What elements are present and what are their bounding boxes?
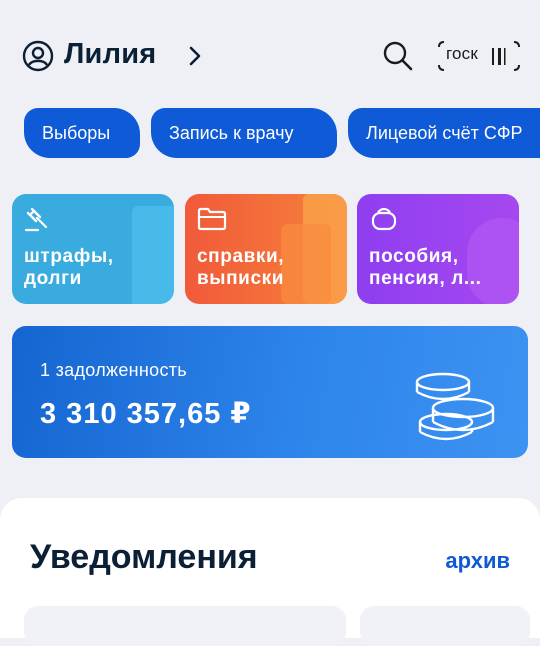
folder-icon xyxy=(197,207,227,231)
debt-card[interactable]: 1 задолженность 3 310 357,65 ₽ xyxy=(12,326,528,458)
notification-card[interactable] xyxy=(360,606,530,646)
header: Лилия госк xyxy=(0,0,540,100)
chevron-right-icon[interactable] xyxy=(186,44,204,68)
search-icon[interactable] xyxy=(382,40,414,72)
notifications-panel: Уведомления архив xyxy=(0,498,540,646)
profile-icon[interactable] xyxy=(22,40,54,72)
coins-icon xyxy=(415,372,495,441)
archive-link[interactable]: архив xyxy=(445,548,510,574)
debt-caption: 1 задолженность xyxy=(40,360,187,380)
debt-amount: 3 310 357,65 ₽ xyxy=(40,398,252,430)
gavel-icon xyxy=(24,207,48,232)
quick-chips: Выборы Запись к врачу Лицевой счёт СФР xyxy=(0,108,540,160)
tile-fines-label: штрафы, долги xyxy=(24,246,114,289)
wallet-icon xyxy=(371,207,397,231)
chip-zapis-k-vrachu[interactable]: Запись к врачу xyxy=(151,108,337,158)
tile-certificates[interactable]: справки, выписки xyxy=(185,194,347,304)
tile-benefits[interactable]: пособия, пенсия, л... xyxy=(357,194,519,304)
notification-card[interactable] xyxy=(24,606,346,646)
tile-fines[interactable]: штрафы, долги xyxy=(12,194,174,304)
profile-name[interactable]: Лилия xyxy=(64,38,156,71)
gosk-label: госк xyxy=(446,44,479,63)
tile-benefits-label: пособия, пенсия, л... xyxy=(369,246,482,289)
tile-certificates-label: справки, выписки xyxy=(197,246,285,289)
chip-litsevoy-schet[interactable]: Лицевой счёт СФР xyxy=(348,108,540,158)
notifications-title: Уведомления xyxy=(30,538,258,576)
chip-vybory[interactable]: Выборы xyxy=(24,108,140,158)
